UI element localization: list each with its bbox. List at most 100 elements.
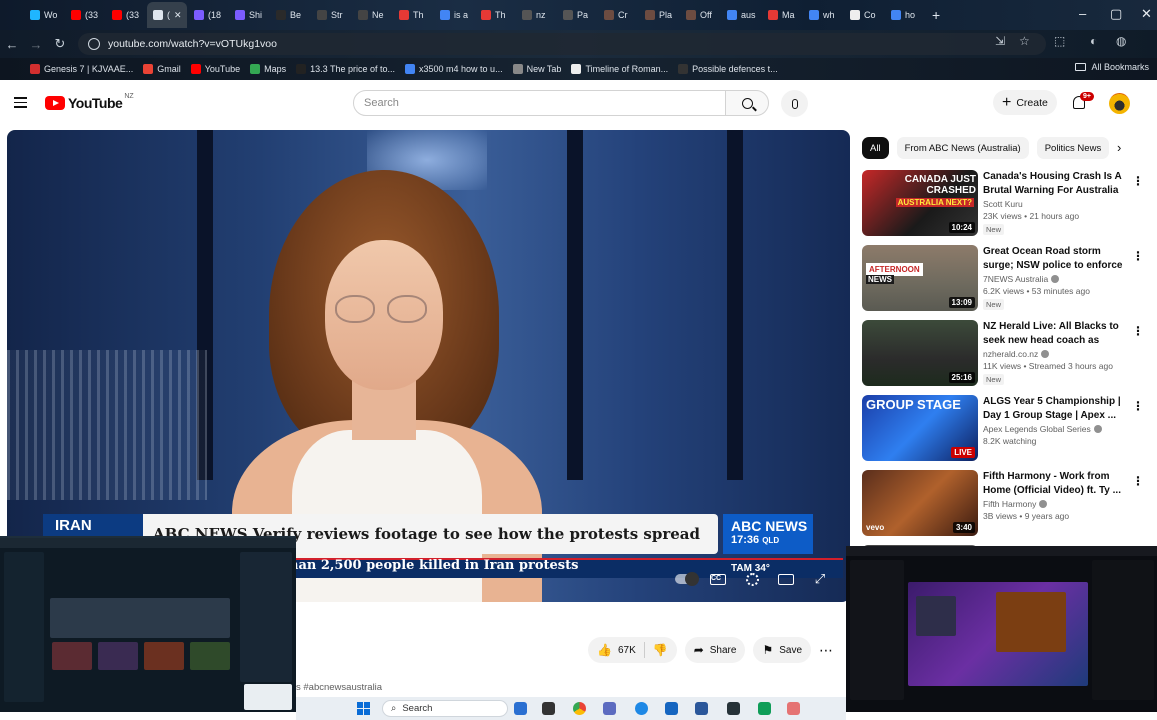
search-button[interactable] xyxy=(725,90,769,116)
install-icon[interactable]: ⇲ xyxy=(995,34,1005,48)
more-options-icon[interactable]: ⋮ xyxy=(1132,324,1144,338)
video-title[interactable]: Canada's Housing Crash Is A Brutal Warni… xyxy=(983,170,1123,197)
channel-name[interactable]: 7NEWS Australia xyxy=(983,274,1060,284)
site-info-icon[interactable] xyxy=(88,38,100,50)
more-actions-icon[interactable]: ⋯ xyxy=(819,642,833,659)
edge-icon[interactable] xyxy=(635,702,648,715)
browser-tab[interactable]: Th xyxy=(475,2,515,28)
filter-chip[interactable]: Politics News xyxy=(1036,137,1110,159)
search-input[interactable]: Search xyxy=(353,90,726,116)
browser-tab[interactable]: (33 xyxy=(106,2,146,28)
filter-chip[interactable]: All xyxy=(862,137,889,159)
channel-name[interactable]: Apex Legends Global Series xyxy=(983,424,1102,434)
browser-tab[interactable]: wh xyxy=(803,2,843,28)
recommended-video[interactable]: CANADA JUST CRASHED AUSTRALIA NEXT? 10:24 C… xyxy=(862,170,1144,240)
forward-icon[interactable]: → xyxy=(24,37,48,52)
close-window-icon[interactable]: ✕ xyxy=(1141,6,1152,22)
close-tab-icon[interactable]: ✕ xyxy=(174,10,182,21)
app-icon[interactable] xyxy=(665,702,678,715)
video-thumbnail[interactable]: AFTERNOON NEWS 13:09 xyxy=(862,245,978,311)
autoplay-toggle[interactable] xyxy=(675,572,699,586)
captions-button[interactable]: CC xyxy=(709,572,727,586)
chrome-icon[interactable] xyxy=(573,702,586,715)
browser-tab[interactable]: aus xyxy=(721,2,761,28)
windows-start-icon[interactable] xyxy=(357,702,370,715)
browser-tab[interactable]: Ne xyxy=(352,2,392,28)
app-icon[interactable] xyxy=(758,702,771,715)
video-thumbnail[interactable]: 25:16 xyxy=(862,320,978,386)
bookmark-item[interactable]: YouTube xyxy=(190,64,240,74)
channel-name[interactable]: Scott Kuru xyxy=(983,199,1023,209)
app-icon[interactable] xyxy=(787,702,800,715)
recommended-video[interactable]: GROUP STAGE LIVE ALGS Year 5 Championship … xyxy=(862,395,1144,465)
address-bar[interactable]: youtube.com/watch?v=vOTUkg1voo xyxy=(78,33,1046,55)
youtube-logo[interactable]: YouTube NZ xyxy=(45,93,134,111)
like-button[interactable]: 👍 xyxy=(597,643,612,657)
maximize-icon[interactable]: ▢ xyxy=(1110,6,1122,22)
widgets-icon[interactable] xyxy=(514,702,527,715)
browser-tab[interactable]: Wo xyxy=(24,2,64,28)
browser-tab[interactable]: Pla xyxy=(639,2,679,28)
browser-tab[interactable]: (✕ xyxy=(147,2,187,28)
channel-name[interactable]: Fifth Harmony xyxy=(983,499,1048,509)
task-view-icon[interactable] xyxy=(542,702,555,715)
save-button[interactable]: ⚑ Save xyxy=(753,637,812,663)
app-icon[interactable] xyxy=(603,702,616,715)
browser-tab[interactable]: is a xyxy=(434,2,474,28)
browser-tab[interactable]: Pa xyxy=(557,2,597,28)
video-title[interactable]: Fifth Harmony - Work from Home (Official… xyxy=(983,470,1123,497)
profile-icon[interactable]: ◐ xyxy=(1090,34,1097,48)
browser-tab[interactable]: Be xyxy=(270,2,310,28)
app-icon[interactable] xyxy=(695,702,708,715)
bookmark-item[interactable]: New Tab xyxy=(512,64,561,74)
video-thumbnail[interactable]: CANADA JUST CRASHED AUSTRALIA NEXT? 10:24 xyxy=(862,170,978,236)
browser-tab[interactable]: (33 xyxy=(65,2,105,28)
minimize-icon[interactable]: – xyxy=(1079,6,1086,21)
taskbar-search[interactable]: ⌕ Search xyxy=(382,700,508,717)
bookmark-item[interactable]: Maps xyxy=(250,64,286,74)
avatar[interactable] xyxy=(1109,93,1130,114)
app-icon[interactable] xyxy=(727,702,740,715)
bookmark-item[interactable]: x3500 m4 how to u... xyxy=(405,64,503,74)
menu-icon[interactable]: ◍ xyxy=(1116,34,1126,48)
back-icon[interactable]: ← xyxy=(0,37,24,52)
video-title[interactable]: ALGS Year 5 Championship | Day 1 Group S… xyxy=(983,395,1123,422)
filter-chip[interactable]: From ABC News (Australia) xyxy=(896,137,1029,159)
browser-tab[interactable]: Ma xyxy=(762,2,802,28)
video-title[interactable]: NZ Herald Live: All Blacks to seek new h… xyxy=(983,320,1123,347)
bookmark-item[interactable]: Possible defences t... xyxy=(678,64,778,74)
browser-tab[interactable]: Shi xyxy=(229,2,269,28)
video-player[interactable]: IRAN ABC NEWS Verify reviews footage to … xyxy=(7,130,850,602)
bookmark-item[interactable]: Genesis 7 | KJVAAE... xyxy=(30,64,133,74)
browser-tab[interactable]: Cr xyxy=(598,2,638,28)
reload-icon[interactable]: ↻ xyxy=(48,36,72,52)
extensions-icon[interactable]: ⬚ xyxy=(1054,34,1065,48)
bookmark-item[interactable]: Gmail xyxy=(143,64,181,74)
browser-tab[interactable]: ho xyxy=(885,2,925,28)
browser-tab[interactable]: Str xyxy=(311,2,351,28)
video-thumbnail[interactable]: vevo 3:40 xyxy=(862,470,978,536)
bookmark-item[interactable]: Timeline of Roman... xyxy=(571,64,668,74)
voice-search-button[interactable] xyxy=(781,90,808,117)
new-tab-button[interactable]: + xyxy=(932,7,940,23)
browser-tab[interactable]: (18 xyxy=(188,2,228,28)
video-thumbnail[interactable]: GROUP STAGE LIVE xyxy=(862,395,978,461)
chevron-right-icon[interactable]: › xyxy=(1117,140,1121,155)
recommended-video[interactable]: AFTERNOON NEWS 13:09 Great Ocean Road storm… xyxy=(862,245,1144,315)
browser-tab[interactable]: Th xyxy=(393,2,433,28)
bookmark-star-icon[interactable]: ☆ xyxy=(1019,34,1030,48)
bookmark-item[interactable]: 13.3 The price of to... xyxy=(296,64,395,74)
share-button[interactable]: ➦ Share xyxy=(684,637,746,663)
more-options-icon[interactable]: ⋮ xyxy=(1132,399,1144,413)
dislike-button[interactable]: 👎 xyxy=(653,643,668,657)
more-options-icon[interactable]: ⋮ xyxy=(1132,474,1144,488)
recommended-video[interactable]: 25:16 NZ Herald Live: All Blacks to seek … xyxy=(862,320,1144,390)
miniplayer-button[interactable] xyxy=(777,572,795,586)
recommended-video[interactable]: vevo 3:40 Fifth Harmony - Work from Home (… xyxy=(862,470,1144,540)
settings-button[interactable] xyxy=(743,572,761,586)
browser-tab[interactable]: Co xyxy=(844,2,884,28)
more-options-icon[interactable]: ⋮ xyxy=(1132,174,1144,188)
browser-tab[interactable]: nz xyxy=(516,2,556,28)
channel-name[interactable]: nzherald.co.nz xyxy=(983,349,1050,359)
more-options-icon[interactable]: ⋮ xyxy=(1132,249,1144,263)
